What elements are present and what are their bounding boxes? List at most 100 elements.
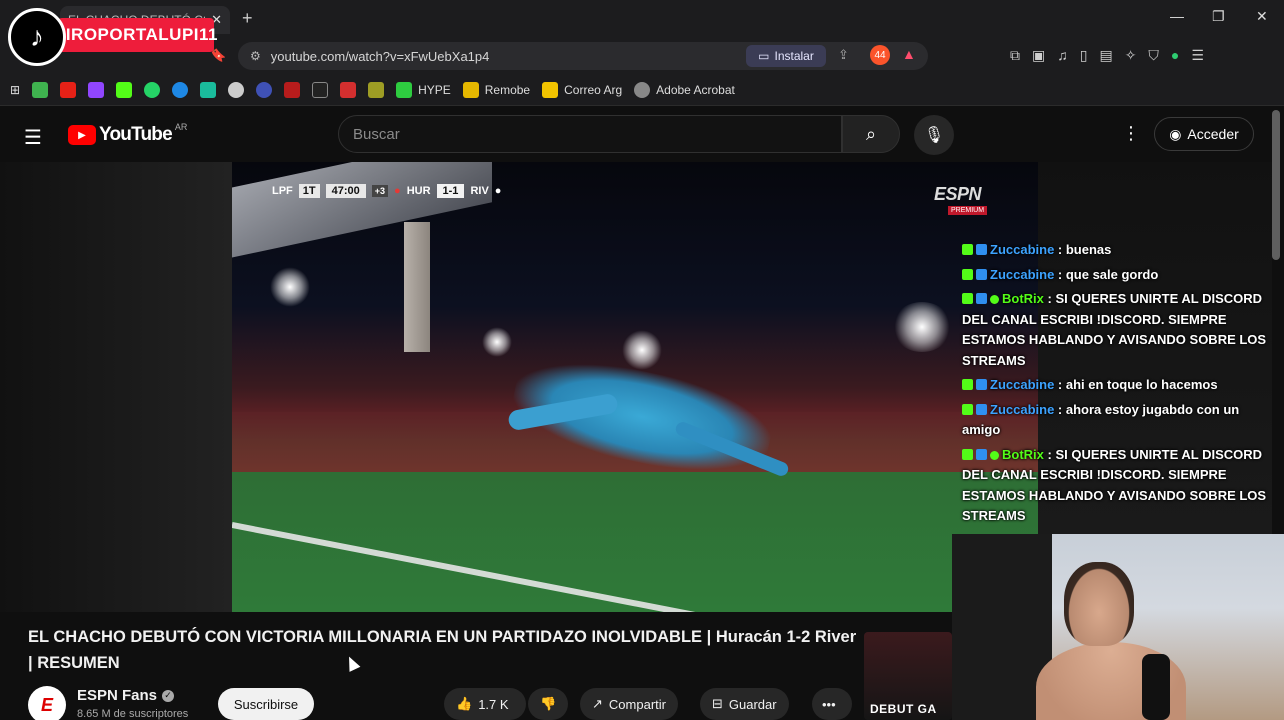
wallet-icon[interactable]: ▤ — [1099, 47, 1112, 64]
font-bookmark-icon[interactable] — [312, 81, 329, 98]
guide-menu-icon[interactable]: ☰ — [24, 125, 42, 150]
minimize-icon[interactable]: — — [1170, 8, 1184, 24]
verified-icon: ✓ — [162, 689, 175, 702]
share-label: Compartir — [608, 696, 666, 712]
chat-message: BotRix : SI QUERES UNIRTE AL DISCORD DEL… — [962, 289, 1270, 371]
like-button[interactable]: 👍 1.7 K — [444, 688, 526, 720]
github-bookmark-icon[interactable] — [228, 81, 245, 98]
bookmark-adobe-acrobat[interactable]: Adobe Acrobat — [634, 81, 735, 98]
edge-bookmark-icon[interactable] — [172, 81, 189, 98]
streamer-head — [1064, 562, 1134, 646]
match-score: 1-1 — [436, 184, 465, 198]
streamer-webcam — [952, 534, 1284, 720]
kick-bookmark-icon[interactable] — [116, 81, 133, 98]
chat-badge-icon — [962, 403, 973, 415]
more-options-icon[interactable]: ⋮ — [1122, 123, 1140, 144]
install-icon: ▭ — [758, 49, 770, 63]
chat-message: Zuccabine : que sale gordo — [962, 265, 1270, 286]
chat-badge-icon — [976, 268, 987, 280]
search-icon: ⌕ — [865, 123, 877, 144]
microphone-object — [1142, 654, 1170, 720]
chat-badge-icon — [976, 293, 987, 304]
site-bookmark-icon[interactable] — [256, 81, 273, 98]
youtube-bookmark-icon[interactable] — [60, 81, 77, 98]
screenshot-icon[interactable]: ▣ — [1032, 47, 1045, 64]
new-tab-icon[interactable]: + — [242, 8, 253, 29]
chat-message: BotRix : SI QUERES UNIRTE AL DISCORD DEL… — [962, 445, 1270, 527]
subscribe-button[interactable]: Suscribirse — [218, 688, 314, 720]
url-text: youtube.com/watch?v=xFwUebXa1p4 — [270, 48, 490, 64]
share-button[interactable]: ↗ Compartir — [580, 688, 678, 720]
bookmark-favicon-icon[interactable] — [32, 81, 49, 98]
thumbs-down-icon: 👎 — [540, 696, 557, 711]
signin-button[interactable]: ◉ Acceder — [1154, 117, 1254, 151]
stadium-tower — [404, 222, 430, 352]
install-button[interactable]: ▭ Instalar — [746, 45, 826, 67]
chat-badge-icon — [976, 244, 987, 255]
app-bookmark-icon[interactable] — [200, 81, 217, 98]
espn-logo: ESPN — [934, 184, 982, 204]
remobe-favicon-icon — [462, 81, 479, 98]
leo-ai-icon[interactable]: ✧ — [1125, 47, 1137, 64]
search-placeholder: Buscar — [353, 125, 400, 143]
sidebar-icon[interactable]: ▯ — [1080, 47, 1088, 64]
page-scrollbar[interactable] — [1272, 110, 1280, 260]
bookmark-label: Adobe Acrobat — [656, 82, 735, 97]
dislike-button[interactable]: 👎 — [528, 688, 568, 720]
brave-rewards-icon[interactable]: ▲ — [902, 46, 916, 62]
chat-badge-icon — [962, 244, 973, 255]
bookmark-remobe[interactable]: Remobe — [462, 81, 531, 98]
channel-avatar[interactable]: E — [28, 686, 66, 720]
globe-icon — [634, 81, 651, 98]
youtube-logo-text: YouTube — [99, 124, 173, 145]
river-crest-icon: ● — [494, 185, 502, 197]
apps-grid-icon[interactable]: ⊞ — [10, 83, 20, 97]
chat-badge-icon — [976, 448, 987, 460]
more-actions-button[interactable]: ••• — [812, 688, 852, 720]
video-player[interactable]: LPF 1T 47:00 +3 ● HUR 1-1 RIV ● ESPN PRE… — [232, 162, 1038, 612]
away-team: RIV — [470, 185, 489, 197]
install-label: Instalar — [774, 49, 814, 63]
extensions-icon[interactable]: ⧉ — [1010, 47, 1020, 64]
tiktok-handle: EIROPORTALUPI11 — [54, 18, 218, 52]
search-input[interactable]: Buscar — [338, 115, 842, 153]
huracan-crest-icon: ● — [394, 185, 401, 197]
maximize-icon[interactable]: ❐ — [1212, 8, 1225, 25]
car-bookmark-icon[interactable] — [284, 81, 301, 98]
ellipsis-icon: ••• — [822, 696, 836, 712]
profile-icon[interactable]: ● — [1171, 47, 1179, 64]
site-settings-icon[interactable]: ⚙ — [250, 49, 261, 63]
vpn-shield-icon[interactable]: ⛉ — [1148, 47, 1159, 64]
espn-premium-label: PREMIUM — [948, 206, 988, 215]
share-page-icon[interactable]: ⇪ — [838, 47, 849, 63]
url-field[interactable]: ⚙ youtube.com/watch?v=xFwUebXa1p4 ▭ Inst… — [238, 42, 928, 70]
bookmarks-bar: ⊞ HYPE Remobe Correo Arg Adobe Acrobat — [0, 74, 1284, 106]
promo-text: DEBUT GA — [870, 702, 937, 716]
bookmark-label: Remobe — [484, 82, 531, 97]
adobe-bookmark-icon[interactable] — [340, 81, 357, 98]
bank-bookmark-icon[interactable] — [368, 81, 385, 98]
twitch-bookmark-icon[interactable] — [88, 81, 105, 98]
channel-name[interactable]: ESPN Fans ✓ — [77, 687, 175, 704]
voice-search-button[interactable]: 🎙 — [914, 115, 954, 155]
chat-message: Zuccabine : ahora estoy jugabdo con un a… — [962, 400, 1270, 441]
bookmark-hype[interactable]: HYPE — [396, 81, 451, 98]
like-count: 1.7 K — [478, 696, 509, 712]
close-window-icon[interactable]: ✕ — [1256, 8, 1268, 25]
brave-shield-icon[interactable]: 44 — [870, 45, 890, 65]
account-icon: ◉ — [1169, 125, 1182, 142]
music-icon[interactable]: ♫ — [1057, 47, 1068, 64]
bookmark-correo-arg[interactable]: Correo Arg — [542, 81, 622, 98]
menu-icon[interactable]: ☰ — [1191, 47, 1204, 64]
whatsapp-bookmark-icon[interactable] — [144, 81, 161, 98]
search-button[interactable]: ⌕ — [842, 115, 900, 153]
match-clock: 47:00 — [325, 184, 366, 198]
chat-text: : ahi en toque lo hacemos — [1054, 377, 1218, 392]
chat-badge-icon — [962, 293, 973, 304]
chat-badge-icon — [962, 268, 973, 280]
correo-favicon-icon — [542, 81, 559, 98]
save-button[interactable]: ⊟ Guardar — [700, 688, 789, 720]
youtube-logo[interactable]: ▶ YouTube AR — [68, 122, 187, 146]
promo-thumbnail[interactable]: DEBUT GA — [864, 632, 952, 720]
save-label: Guardar — [728, 696, 777, 712]
